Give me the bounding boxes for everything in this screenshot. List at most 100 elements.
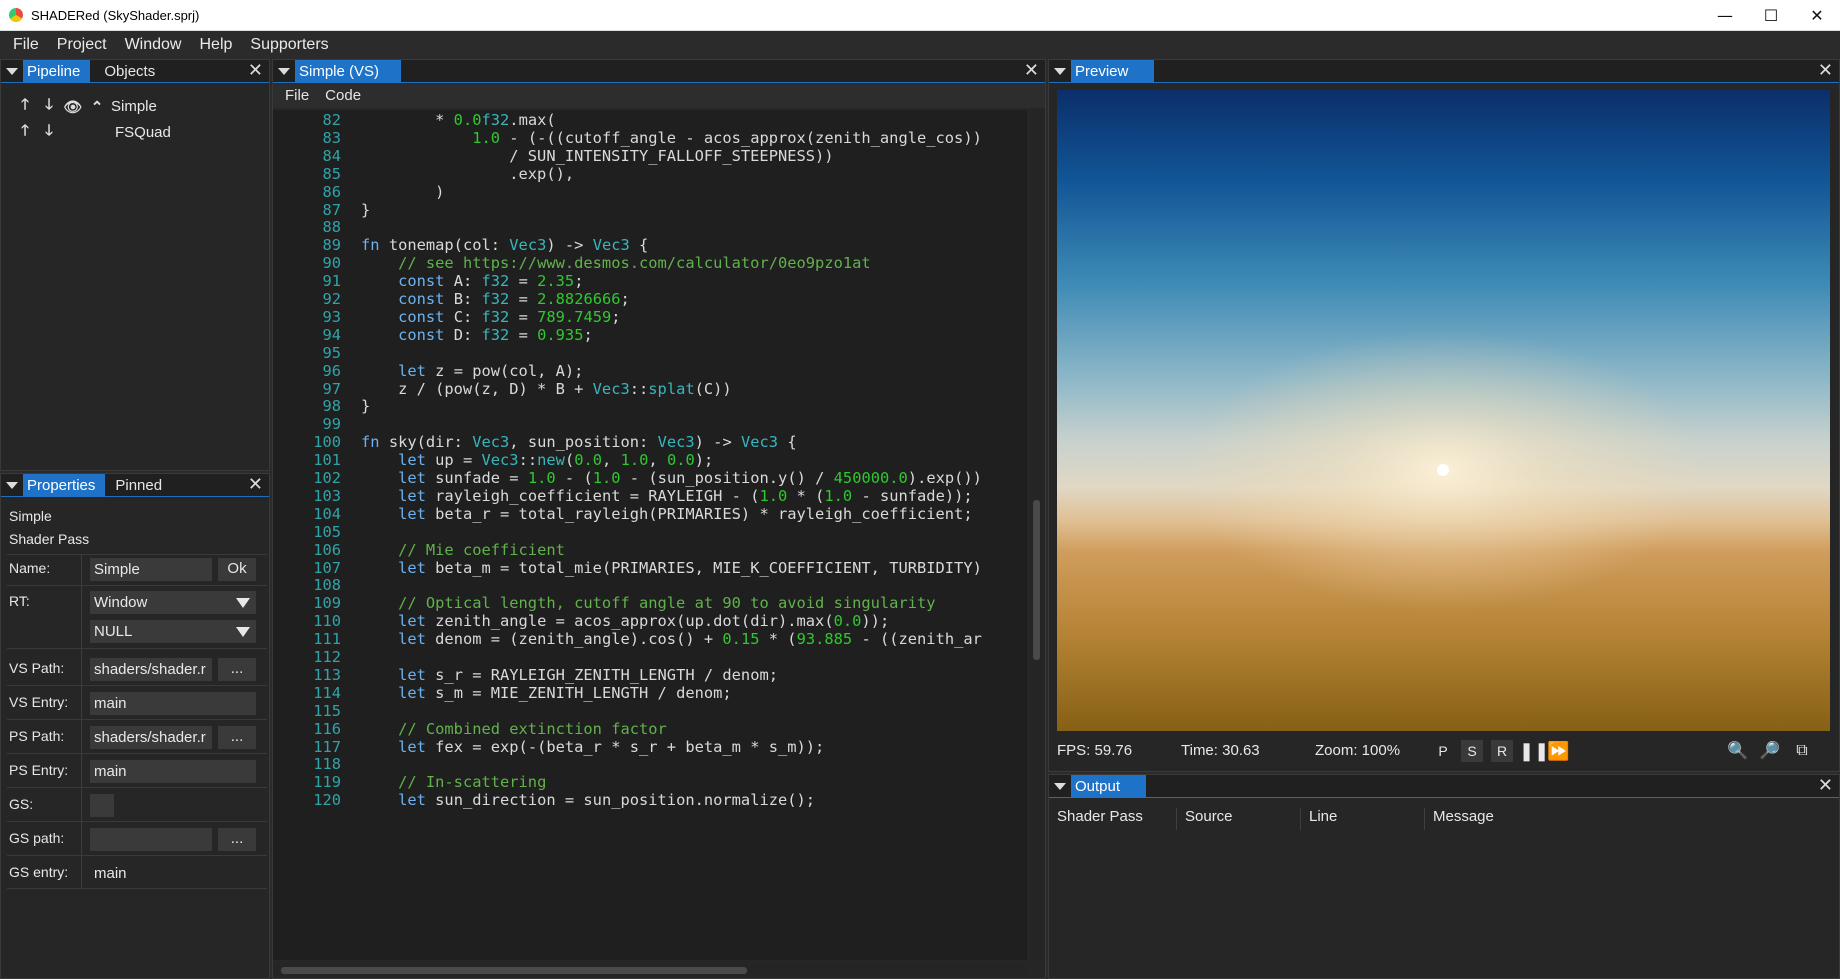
name-ok-button[interactable]: Ok: [218, 558, 256, 581]
code-text[interactable]: }: [361, 200, 370, 221]
gs-label: GS:: [9, 796, 34, 812]
fast-forward-icon[interactable]: ⏩: [1547, 740, 1569, 762]
code-text[interactable]: }: [361, 396, 370, 417]
vs-path-browse-button[interactable]: ...: [218, 658, 256, 681]
rt-select-value: Window: [94, 594, 148, 611]
pause-pipeline-button[interactable]: P: [1432, 740, 1454, 762]
code-text-area[interactable]: 82 * 0.0f32.max(83 1.0 - (-((cutoff_angl…: [273, 110, 1027, 960]
ps-path-browse-button[interactable]: ...: [218, 726, 256, 749]
pipeline-item-label[interactable]: Simple: [111, 98, 157, 115]
popout-window-icon[interactable]: ⧉: [1791, 740, 1813, 762]
code-text[interactable]: let beta_r = total_rayleigh(PRIMARIES) *…: [361, 504, 973, 525]
column-source[interactable]: Source: [1177, 808, 1301, 830]
stats-button[interactable]: S: [1461, 740, 1483, 762]
sun-disc: [1437, 464, 1449, 476]
vs-path-field[interactable]: shaders/shader.r: [90, 658, 212, 681]
panel-menu-triangle-icon[interactable]: [1, 60, 23, 83]
menu-window[interactable]: Window: [116, 36, 191, 54]
move-up-icon[interactable]: 🡑: [15, 120, 35, 145]
code-text[interactable]: ): [361, 182, 444, 203]
close-icon[interactable]: ✕: [1818, 777, 1833, 795]
ps-path-field[interactable]: shaders/shader.r: [90, 726, 212, 749]
close-icon[interactable]: ✕: [248, 62, 263, 80]
tab-preview[interactable]: Preview: [1071, 59, 1155, 83]
menu-supporters[interactable]: Supporters: [241, 36, 337, 54]
name-label: Name:: [9, 560, 51, 576]
close-icon[interactable]: ✕: [248, 476, 263, 494]
move-down-icon[interactable]: 🡓: [39, 120, 59, 145]
code-text[interactable]: let fex = exp(-(beta_r * s_r + beta_m * …: [361, 737, 824, 758]
rt-select[interactable]: Window: [90, 591, 256, 614]
panel-menu-triangle-icon[interactable]: [1, 474, 23, 497]
dropdown-arrow-icon: [236, 627, 250, 637]
column-line[interactable]: Line: [1301, 808, 1425, 830]
panel-menu-triangle-icon[interactable]: [1049, 60, 1071, 83]
editor-menu-code[interactable]: Code: [317, 87, 369, 104]
move-down-icon[interactable]: 🡓: [39, 94, 59, 119]
code-text[interactable]: let s_m = MIE_ZENITH_LENGTH / denom;: [361, 683, 732, 704]
gs-path-label: GS path:: [9, 830, 65, 846]
vertical-scrollbar[interactable]: [1031, 110, 1043, 960]
move-up-icon[interactable]: 🡑: [15, 94, 35, 119]
selected-item-name: Simple: [9, 508, 52, 524]
tab-pinned[interactable]: Pinned: [105, 474, 172, 497]
horizontal-scrollbar[interactable]: [273, 964, 1027, 976]
gs-path-browse-button[interactable]: ...: [218, 828, 256, 851]
code-text[interactable]: let denom = (zenith_angle).cos() + 0.15 …: [361, 629, 982, 650]
ps-entry-field[interactable]: main: [90, 760, 256, 783]
tab-properties[interactable]: Properties: [23, 473, 106, 497]
rt-label: RT:: [9, 593, 30, 609]
dropdown-arrow-icon: [236, 598, 250, 608]
rt-select-2-value: NULL: [94, 623, 133, 640]
pipeline-panel: Pipeline Objects ✕ 🡑 🡓 👁 ⌃ Simple 🡑 🡓 FS…: [0, 59, 270, 471]
tab-output[interactable]: Output: [1071, 774, 1147, 798]
collapse-chevron-icon[interactable]: ⌃: [87, 98, 107, 116]
gs-entry-field[interactable]: main: [90, 862, 256, 885]
gs-checkbox[interactable]: [90, 794, 114, 817]
main-menu-bar: File Project Window Help Supporters: [0, 31, 1840, 59]
menu-file[interactable]: File: [4, 36, 48, 54]
code-text[interactable]: let beta_m = total_mie(PRIMARIES, MIE_K_…: [361, 558, 982, 579]
tab-objects[interactable]: Objects: [90, 60, 165, 83]
menu-project[interactable]: Project: [48, 36, 116, 54]
column-message[interactable]: Message: [1425, 808, 1625, 830]
zoom-out-icon[interactable]: 🔎: [1759, 740, 1781, 762]
properties-panel: Properties Pinned ✕ Simple Shader Pass N…: [0, 473, 270, 979]
minimize-button[interactable]: —: [1702, 0, 1748, 31]
close-icon[interactable]: ✕: [1024, 62, 1039, 80]
pause-icon[interactable]: ❚❚: [1519, 740, 1549, 762]
pipeline-item-label[interactable]: FSQuad: [115, 124, 171, 141]
window-title-bar: SHADERed (SkyShader.sprj) — ☐ ✕: [0, 0, 1840, 31]
column-shader-pass[interactable]: Shader Pass: [1049, 808, 1177, 830]
menu-help[interactable]: Help: [190, 36, 241, 54]
tab-pipeline[interactable]: Pipeline: [23, 59, 91, 83]
code-text[interactable]: const D: f32 = 0.935;: [361, 325, 593, 346]
pipeline-item-simple[interactable]: 🡑 🡓 👁 ⌃ Simple: [15, 94, 157, 119]
gs-entry-label: GS entry:: [9, 864, 69, 880]
eye-icon[interactable]: 👁: [63, 98, 83, 116]
preview-status-bar: FPS: 59.76 Time: 30.63 Zoom: 100% P S R …: [1049, 736, 1839, 766]
zoom-readout: Zoom: 100%: [1315, 742, 1401, 759]
name-field[interactable]: Simple: [90, 558, 212, 581]
vs-entry-field[interactable]: main: [90, 692, 256, 715]
panel-menu-triangle-icon[interactable]: [1049, 775, 1071, 798]
pipeline-item-fsquad[interactable]: 🡑 🡓 FSQuad: [15, 120, 171, 145]
app-logo-icon: [9, 8, 23, 22]
horizontal-scroll-thumb[interactable]: [281, 967, 747, 974]
vertical-scroll-thumb[interactable]: [1033, 500, 1040, 660]
editor-menu-file[interactable]: File: [277, 87, 317, 104]
selected-item-type: Shader Pass: [9, 531, 90, 547]
close-window-button[interactable]: ✕: [1794, 0, 1840, 31]
code-text[interactable]: let sun_direction = sun_position.normali…: [361, 790, 815, 811]
close-icon[interactable]: ✕: [1818, 62, 1833, 80]
shader-preview-canvas[interactable]: [1057, 90, 1830, 731]
panel-menu-triangle-icon[interactable]: [273, 60, 295, 83]
output-panel: Output ✕ Shader Pass Source Line Message: [1048, 774, 1840, 979]
rt-select-2[interactable]: NULL: [90, 620, 256, 643]
code-text[interactable]: z / (pow(z, D) * B + Vec3::splat(C)): [361, 379, 732, 400]
gs-path-field[interactable]: [90, 828, 212, 851]
reset-button[interactable]: R: [1491, 740, 1513, 762]
tab-simple-vs[interactable]: Simple (VS): [295, 59, 402, 83]
maximize-button[interactable]: ☐: [1748, 0, 1794, 31]
zoom-in-icon[interactable]: 🔍: [1727, 740, 1749, 762]
